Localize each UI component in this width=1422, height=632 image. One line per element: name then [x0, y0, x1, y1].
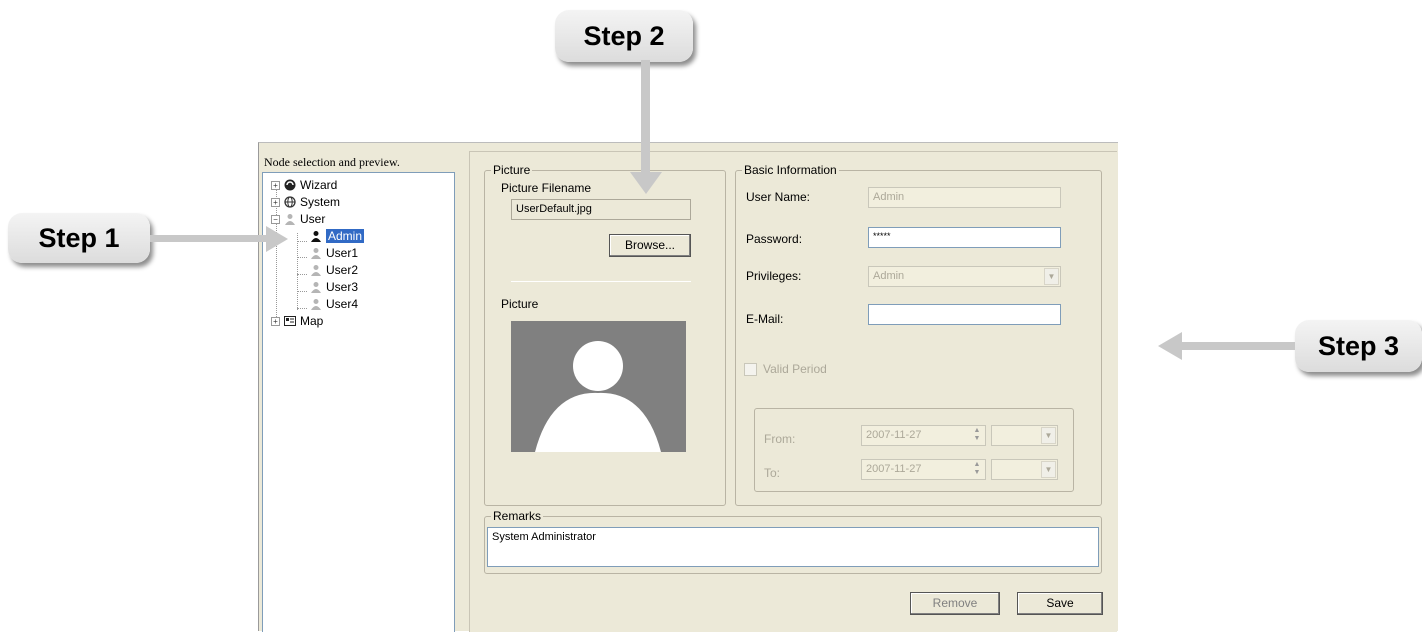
tree-node-user[interactable]: − User	[271, 211, 325, 227]
divider	[511, 281, 691, 282]
picture-group: Picture Picture Filename UserDefault.jpg…	[484, 163, 726, 506]
to-date-field[interactable]: 2007-11-27 ▲ ▼	[861, 459, 986, 480]
map-icon	[284, 315, 296, 327]
privileges-label: Privileges:	[746, 269, 802, 283]
user-picture-preview	[511, 321, 686, 452]
chevron-down-icon[interactable]: ▼	[1044, 268, 1059, 285]
step2-arrow	[641, 60, 650, 175]
default-avatar-icon	[535, 341, 661, 452]
remarks-group: Remarks System Administrator	[484, 509, 1102, 574]
tree-node-label: User4	[326, 297, 359, 311]
picture-preview-label: Picture	[501, 297, 539, 311]
user-group-icon	[284, 213, 296, 225]
user-icon	[310, 230, 322, 242]
user-icon	[310, 247, 322, 259]
step2-callout: Step 2	[555, 10, 693, 62]
step3-callout: Step 3	[1295, 320, 1422, 372]
basic-information-group: Basic Information User Name: Admin Passw…	[735, 163, 1102, 506]
step1-callout: Step 1	[8, 213, 150, 263]
user-icon	[310, 298, 322, 310]
tree-node-admin[interactable]: Admin	[310, 228, 365, 244]
password-field[interactable]: *****	[868, 227, 1061, 248]
save-button[interactable]: Save	[1017, 592, 1103, 615]
tree-node-label: User	[300, 212, 326, 226]
user-settings-window: Node selection and preview. + Wizard + S…	[258, 142, 1118, 632]
spin-arrows-icon[interactable]: ▲ ▼	[971, 427, 983, 443]
tree-node-label: System	[300, 195, 341, 209]
expand-icon[interactable]: +	[271, 197, 280, 207]
valid-period-group: From: 2007-11-27 ▲ ▼ ▼ To: 2007-11-27 ▲ ▼ …	[754, 408, 1074, 492]
tree-node-wizard[interactable]: + Wizard	[271, 177, 337, 193]
tree-node-user2[interactable]: User2	[310, 262, 358, 278]
picture-group-legend: Picture	[491, 163, 533, 177]
user-icon	[310, 281, 322, 293]
from-date-field[interactable]: 2007-11-27 ▲ ▼	[861, 425, 986, 446]
email-label: E-Mail:	[746, 312, 784, 326]
step3-arrow	[1180, 342, 1295, 350]
from-date-value: 2007-11-27	[866, 429, 922, 441]
remarks-textarea[interactable]: System Administrator	[487, 527, 1099, 567]
tree-node-label: Map	[300, 314, 324, 328]
chevron-down-icon[interactable]: ▼	[1041, 461, 1056, 478]
step1-arrow-head	[266, 226, 288, 252]
password-label: Password:	[746, 232, 803, 246]
privileges-select[interactable]: Admin ▼	[868, 266, 1061, 287]
tree-node-label: User2	[326, 263, 359, 277]
from-label: From:	[764, 432, 796, 446]
globe-icon	[284, 196, 296, 208]
to-date-value: 2007-11-27	[866, 463, 922, 475]
tree-node-user3[interactable]: User3	[310, 279, 358, 295]
to-label: To:	[764, 466, 781, 480]
tree-node-user4[interactable]: User4	[310, 296, 358, 312]
node-tree[interactable]: + Wizard + System − User Admin User1 Use…	[262, 172, 455, 632]
valid-period-checkbox-row[interactable]: Valid Period	[744, 362, 827, 376]
step2-arrow-head	[630, 172, 662, 194]
wizard-icon	[284, 179, 296, 191]
tree-node-map[interactable]: + Map	[271, 313, 323, 329]
user-form: Picture Picture Filename UserDefault.jpg…	[469, 151, 1117, 632]
step1-arrow	[150, 235, 270, 242]
valid-period-checkbox[interactable]	[744, 362, 757, 376]
tree-panel-title: Node selection and preview.	[264, 155, 400, 169]
tree-node-label: User3	[326, 280, 359, 294]
chevron-down-icon[interactable]: ▼	[1041, 427, 1056, 444]
tree-node-label: Admin	[326, 229, 365, 243]
collapse-icon[interactable]: −	[271, 214, 280, 224]
tree-node-system[interactable]: + System	[271, 194, 340, 210]
to-time-select[interactable]: ▼	[991, 459, 1058, 480]
spin-arrows-icon[interactable]: ▲ ▼	[971, 461, 983, 477]
privileges-value: Admin	[873, 270, 905, 282]
tree-node-user1[interactable]: User1	[310, 245, 358, 261]
email-field[interactable]	[868, 304, 1061, 325]
basic-information-legend: Basic Information	[742, 163, 839, 177]
picture-filename-label: Picture Filename	[501, 181, 592, 195]
remarks-legend: Remarks	[491, 509, 544, 523]
picture-filename-field[interactable]: UserDefault.jpg	[511, 199, 691, 220]
remove-button[interactable]: Remove	[910, 592, 1000, 615]
valid-period-label: Valid Period	[763, 362, 827, 376]
browse-button[interactable]: Browse...	[609, 234, 691, 257]
expand-icon[interactable]: +	[271, 180, 280, 190]
step3-arrow-head	[1158, 332, 1182, 360]
user-icon	[310, 264, 322, 276]
tree-node-label: User1	[326, 246, 359, 260]
tree-node-label: Wizard	[300, 178, 338, 192]
expand-icon[interactable]: +	[271, 316, 280, 326]
username-field[interactable]: Admin	[868, 187, 1061, 208]
username-label: User Name:	[746, 190, 811, 204]
from-time-select[interactable]: ▼	[991, 425, 1058, 446]
